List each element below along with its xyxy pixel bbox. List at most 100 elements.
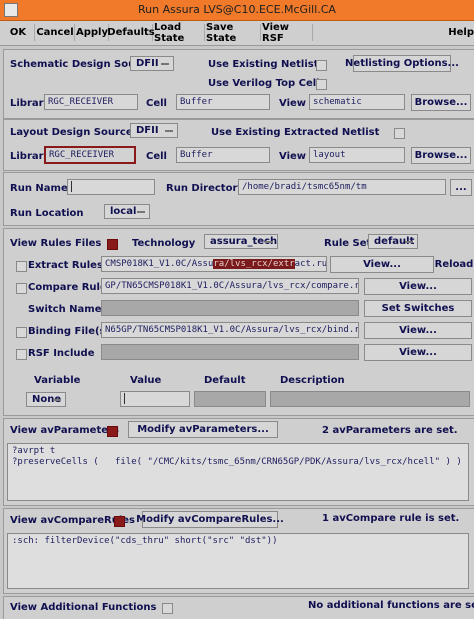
av-parameters-line-2: ?preserveCells ( file( "/CMC/kits/tsmc_6… xyxy=(12,457,462,467)
run-directory-field[interactable]: /home/bradi/tsmc65nm/tm xyxy=(238,179,446,195)
binding-files-view-button[interactable]: View... xyxy=(364,322,472,339)
run-directory-label: Run Directory xyxy=(166,183,244,194)
variable-dropdown[interactable]: None xyxy=(26,392,66,407)
layout-panel: Layout Design Source DFII Use Existing E… xyxy=(3,119,474,171)
rule-set-dropdown[interactable]: default xyxy=(368,234,418,249)
compare-rules-label: Compare Rules xyxy=(28,282,113,293)
view-av-parameters-checkbox[interactable] xyxy=(107,426,118,437)
schematic-source-dropdown[interactable]: DFII xyxy=(130,56,174,71)
defaults-button[interactable]: Defaults xyxy=(107,24,155,41)
text-caret xyxy=(124,393,125,404)
title-bar: Run Assura LVS@C10.ECE.McGill.CA xyxy=(0,0,474,21)
compare-rules-view-button[interactable]: View... xyxy=(364,278,472,295)
variable-header: Variable xyxy=(34,375,81,386)
extract-rules-label: Extract Rules xyxy=(28,260,103,271)
toolbar: OK Cancel Apply Defaults Load State Save… xyxy=(0,21,474,46)
dropdown-arrow-icon xyxy=(265,241,273,243)
additional-functions-status: No additional functions are set. xyxy=(308,600,474,611)
av-parameters-line-1: ?avrpt t xyxy=(12,446,56,456)
schematic-library-field[interactable]: RGC_RECEIVER xyxy=(44,94,138,110)
av-parameters-panel: View avParameters Modify avParameters...… xyxy=(3,418,474,506)
rules-panel: View Rules Files Technology assura_tech … xyxy=(3,228,474,416)
extract-rules-path-start: CMSP018K1_V1.0C/Assu xyxy=(105,259,214,269)
binding-files-label: Binding File(s) xyxy=(28,326,111,337)
av-compare-rules-text[interactable]: :sch: filterDevice("cds_thru" short("src… xyxy=(7,533,469,589)
description-header: Description xyxy=(280,375,345,386)
modify-av-compare-rules-button[interactable]: Modify avCompareRules... xyxy=(136,511,284,528)
run-directory-browse-button[interactable]: ... xyxy=(450,179,472,196)
save-state-button[interactable]: Save State xyxy=(206,22,261,44)
variable-value-field[interactable] xyxy=(120,391,190,407)
av-compare-rules-status: 1 avCompare rule is set. xyxy=(322,513,460,524)
binding-files-field[interactable]: N65GP/TN65CMSP018K1_V1.0C/Assura/lvs_rcx… xyxy=(101,322,359,338)
switch-names-label: Switch Names xyxy=(28,304,108,315)
layout-source-label: Layout Design Source xyxy=(10,127,133,138)
apply-button[interactable]: Apply xyxy=(76,24,109,41)
variable-description-field xyxy=(270,391,470,407)
extract-rules-checkbox[interactable] xyxy=(16,261,27,272)
rule-set-label: Rule Set xyxy=(324,238,372,249)
run-location-label: Run Location xyxy=(10,208,84,219)
additional-functions-panel: View Additional Functions No additional … xyxy=(3,596,474,619)
technology-label: Technology xyxy=(132,238,196,249)
compare-rules-field[interactable]: GP/TN65CMSP018K1_V1.0C/Assura/lvs_rcx/co… xyxy=(101,278,359,294)
use-verilog-top-cell-label: Use Verilog Top Cell xyxy=(208,78,320,89)
value-header: Value xyxy=(130,375,162,386)
rsf-include-field[interactable] xyxy=(101,344,359,360)
cancel-button[interactable]: Cancel xyxy=(36,24,75,41)
use-existing-netlist-checkbox[interactable] xyxy=(316,60,327,71)
av-parameters-status: 2 avParameters are set. xyxy=(322,425,458,436)
default-header: Default xyxy=(204,375,246,386)
view-rules-files-label: View Rules Files xyxy=(10,238,102,249)
compare-rules-checkbox[interactable] xyxy=(16,283,27,294)
view-rsf-button[interactable]: View RSF xyxy=(262,22,313,44)
netlisting-options-button[interactable]: Netlisting Options... xyxy=(345,55,459,72)
layout-library-field[interactable]: RGC_RECEIVER xyxy=(44,146,136,164)
layout-view-label: View xyxy=(279,151,307,162)
binding-files-checkbox[interactable] xyxy=(16,327,27,338)
technology-dropdown[interactable]: assura_tech xyxy=(204,234,278,249)
av-compare-rules-panel: View avCompareRules Modify avCompareRule… xyxy=(3,508,474,594)
schematic-cell-field[interactable]: Buffer xyxy=(176,94,270,110)
extract-rules-path-end: act.rul xyxy=(294,259,327,269)
dropdown-arrow-icon xyxy=(53,399,61,401)
view-av-compare-rules-checkbox[interactable] xyxy=(114,516,125,527)
dropdown-arrow-icon xyxy=(405,241,413,243)
use-verilog-top-cell-checkbox[interactable] xyxy=(316,79,327,90)
run-name-field[interactable] xyxy=(67,179,155,195)
text-caret xyxy=(71,181,72,192)
modify-av-parameters-button[interactable]: Modify avParameters... xyxy=(128,421,278,438)
schematic-view-field[interactable]: schematic xyxy=(309,94,405,110)
run-location-dropdown[interactable]: local xyxy=(104,204,150,219)
set-switches-button[interactable]: Set Switches xyxy=(364,300,472,317)
help-button[interactable]: Help xyxy=(444,24,474,41)
extract-rules-view-button[interactable]: View... xyxy=(330,256,434,273)
variable-default-field xyxy=(194,391,266,407)
load-state-button[interactable]: Load State xyxy=(154,22,205,44)
window-title: Run Assura LVS@C10.ECE.McGill.CA xyxy=(138,3,336,16)
schematic-browse-button[interactable]: Browse... xyxy=(411,94,471,111)
extract-rules-path-selection: ra/lvs_rcx/extr xyxy=(213,259,295,269)
rsf-include-view-button[interactable]: View... xyxy=(364,344,472,361)
dropdown-arrow-icon xyxy=(137,211,145,213)
run-name-label: Run Name xyxy=(10,183,68,194)
rsf-include-label: RSF Include xyxy=(28,348,95,359)
layout-source-dropdown[interactable]: DFII xyxy=(130,123,178,138)
layout-cell-label: Cell xyxy=(146,151,167,162)
view-rules-files-checkbox[interactable] xyxy=(107,239,118,250)
reload-button[interactable]: Reload xyxy=(435,256,474,273)
view-additional-functions-checkbox[interactable] xyxy=(162,603,173,614)
extract-rules-field[interactable]: CMSP018K1_V1.0C/Assura/lvs_rcx/extract.r… xyxy=(101,256,327,272)
rsf-include-checkbox[interactable] xyxy=(16,349,27,360)
use-existing-netlist-label: Use Existing Netlist xyxy=(208,59,319,70)
schematic-panel: Schematic Design Source DFII Use Existin… xyxy=(3,49,474,119)
use-existing-extracted-netlist-checkbox[interactable] xyxy=(394,128,405,139)
layout-browse-button[interactable]: Browse... xyxy=(411,147,471,164)
av-parameters-text[interactable]: ?avrpt t ?preserveCells ( file( "/CMC/kit… xyxy=(7,443,469,501)
switch-names-field[interactable] xyxy=(101,300,359,316)
ok-button[interactable]: OK xyxy=(2,24,35,41)
layout-cell-field[interactable]: Buffer xyxy=(176,147,270,163)
use-existing-extracted-netlist-label: Use Existing Extracted Netlist xyxy=(211,127,380,138)
layout-view-field[interactable]: layout xyxy=(309,147,405,163)
schematic-view-label: View xyxy=(279,98,307,109)
